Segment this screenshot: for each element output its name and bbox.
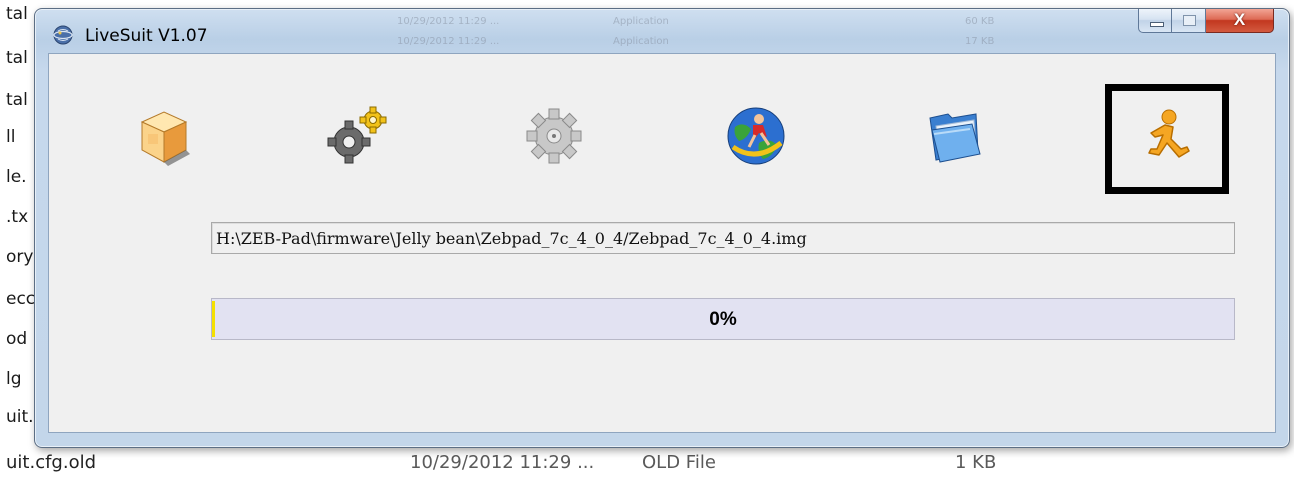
bg-file-name: uit.cfg.old [6, 452, 97, 473]
bg-file-name: tal [6, 4, 28, 24]
bg-file-date: 10/29/2012 11:29 ... [397, 36, 500, 47]
app-globe-icon[interactable] [52, 24, 74, 46]
livesuit-window: 10/29/2012 11:29 ... Application 60 KB 1… [34, 8, 1290, 448]
bg-file-name: od [6, 329, 28, 349]
close-button[interactable]: X [1206, 9, 1274, 33]
bg-file-size: 1 KB [955, 452, 997, 473]
gear-settings-icon [327, 106, 387, 164]
globe-runner-icon [727, 107, 785, 165]
bg-file-name: .tx [6, 207, 29, 227]
title-bar[interactable]: 10/29/2012 11:29 ... Application 60 KB 1… [35, 9, 1289, 53]
bg-file-type: Application [613, 36, 669, 47]
bg-file-size: 60 KB [965, 16, 995, 27]
bg-file-type: OLD File [642, 452, 716, 473]
bg-file-type: Application [613, 16, 669, 27]
close-icon: X [1233, 10, 1246, 29]
bg-file-name: lg [6, 369, 22, 389]
maximize-button[interactable] [1172, 9, 1206, 33]
bg-file-size: 17 KB [965, 36, 995, 47]
bg-file-name: uit. [6, 407, 34, 427]
bg-file-name: tal [6, 48, 28, 68]
bg-file-date: 10/29/2012 11:29 ... [410, 452, 595, 473]
progress-label: 0% [709, 309, 737, 330]
package-box-icon [140, 111, 190, 166]
tool-config-button[interactable] [324, 101, 394, 171]
background-file-row: uit.cfg.old 10/29/2012 11:29 ... OLD Fil… [0, 450, 1294, 477]
running-person-icon [1148, 109, 1190, 158]
bg-file-name: le. [6, 167, 27, 187]
window-title: LiveSuit V1.07 [85, 26, 208, 46]
bg-file-name: ll [6, 127, 16, 147]
bg-file-date: 10/29/2012 11:29 ... [397, 16, 500, 27]
progress-bar: 0% [211, 298, 1235, 340]
image-path-text: H:\ZEB-Pad\firmware\Jelly bean\Zebpad_7c… [216, 229, 807, 248]
minimize-button[interactable] [1138, 9, 1172, 33]
blue-folder-icon [929, 113, 981, 163]
bg-file-name: ory [6, 247, 34, 267]
client-area: H:\ZEB-Pad\firmware\Jelly bean\Zebpad_7c… [48, 53, 1276, 433]
gray-gear-icon [526, 108, 582, 164]
bg-file-name: ecc [6, 289, 36, 309]
tool-gear-button[interactable] [519, 101, 589, 171]
maximize-icon [1183, 15, 1196, 26]
tool-web-button[interactable] [721, 101, 791, 171]
tool-box-button[interactable] [129, 101, 199, 171]
image-path-field[interactable]: H:\ZEB-Pad\firmware\Jelly bean\Zebpad_7c… [211, 222, 1235, 254]
bg-file-name: tal [6, 90, 28, 110]
minimize-icon [1150, 22, 1164, 27]
tool-run-button[interactable] [1131, 101, 1201, 171]
tool-folder-button[interactable] [919, 101, 989, 171]
